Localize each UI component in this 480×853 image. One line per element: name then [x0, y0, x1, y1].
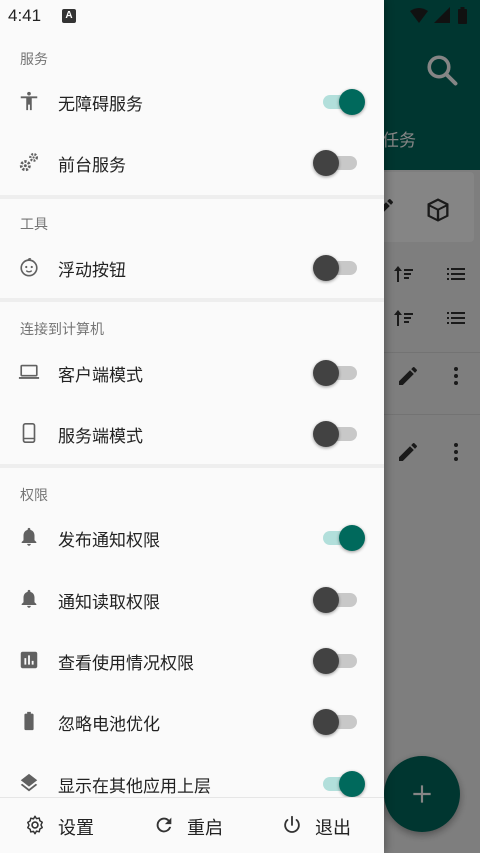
display-over-other-apps-switch[interactable]: [312, 770, 368, 798]
row-ignore-battery-optimization[interactable]: 忽略电池优化: [0, 692, 384, 752]
gears-icon: [19, 153, 38, 172]
floating-button-switch[interactable]: [312, 254, 368, 282]
row-label: 显示在其他应用上层: [58, 777, 211, 797]
row-label: 无障碍服务: [58, 95, 143, 115]
row-label: 浮动按钮: [58, 261, 126, 281]
row-foreground-service[interactable]: 前台服务: [0, 133, 384, 193]
accessibility-icon: [20, 91, 38, 111]
row-label: 查看使用情况权限: [58, 654, 194, 674]
row-client-mode[interactable]: 客户端模式: [0, 343, 384, 403]
foreground-service-switch[interactable]: [312, 149, 368, 177]
row-label: 忽略电池优化: [58, 715, 160, 735]
accessibility-service-switch[interactable]: [312, 88, 368, 116]
navigation-drawer: 服务 无障碍服务 前台服务 工具 浮动按钮 连接到计算机 客户端模式 服务端模式…: [0, 0, 384, 853]
section-header-permissions: 权限: [20, 488, 48, 504]
laptop-icon: [18, 364, 40, 379]
gear-icon: [27, 815, 43, 835]
settings-button[interactable]: 设置: [24, 814, 114, 839]
section-header-services: 服务: [20, 52, 48, 68]
battery-status-icon: [458, 9, 467, 24]
power-icon: [284, 815, 300, 833]
usage-access-switch[interactable]: [312, 647, 368, 675]
status-bar: 4:41 A: [0, 0, 480, 32]
row-label: 通知读取权限: [58, 593, 160, 613]
signal-icon: [434, 7, 450, 23]
ignore-battery-optimization-switch[interactable]: [312, 708, 368, 736]
section-divider: [0, 464, 384, 468]
row-accessibility-service[interactable]: 无障碍服务: [0, 72, 384, 132]
wifi-icon: [410, 8, 428, 23]
baby-face-icon: [20, 258, 38, 277]
layers-icon: [20, 773, 38, 792]
status-time: 4:41: [8, 6, 42, 25]
row-label: 服务端模式: [58, 427, 143, 447]
status-icons: [410, 7, 467, 24]
post-notification-switch[interactable]: [312, 524, 368, 552]
bell-icon: [21, 589, 37, 608]
row-notification-read-permission[interactable]: 通知读取权限: [0, 570, 384, 630]
row-server-mode[interactable]: 服务端模式: [0, 404, 384, 464]
row-floating-button[interactable]: 浮动按钮: [0, 238, 384, 298]
row-label: 客户端模式: [58, 366, 143, 386]
row-label: 前台服务: [58, 156, 126, 176]
exit-label: 退出: [315, 818, 351, 839]
bar-chart-icon: [20, 651, 38, 669]
refresh-icon: [156, 817, 172, 833]
drawer-bottom-bar: 设置 重启 退出: [0, 797, 384, 853]
section-divider: [0, 298, 384, 302]
notification-read-switch[interactable]: [312, 586, 368, 614]
server-mode-switch[interactable]: [312, 420, 368, 448]
phone-icon: [22, 423, 36, 443]
row-label: 发布通知权限: [58, 531, 160, 551]
section-header-connect-computer: 连接到计算机: [20, 322, 104, 338]
restart-label: 重启: [187, 818, 223, 839]
exit-button[interactable]: 退出: [281, 814, 371, 839]
row-post-notification-permission[interactable]: 发布通知权限: [0, 508, 384, 568]
section-header-tools: 工具: [20, 217, 48, 233]
restart-button[interactable]: 重启: [153, 814, 243, 839]
settings-label: 设置: [58, 818, 94, 839]
section-divider: [0, 195, 384, 199]
client-mode-switch[interactable]: [312, 359, 368, 387]
battery-icon: [24, 711, 34, 731]
notification-a-icon: A: [62, 9, 76, 23]
row-usage-access-permission[interactable]: 查看使用情况权限: [0, 631, 384, 691]
bell-icon: [21, 527, 37, 546]
